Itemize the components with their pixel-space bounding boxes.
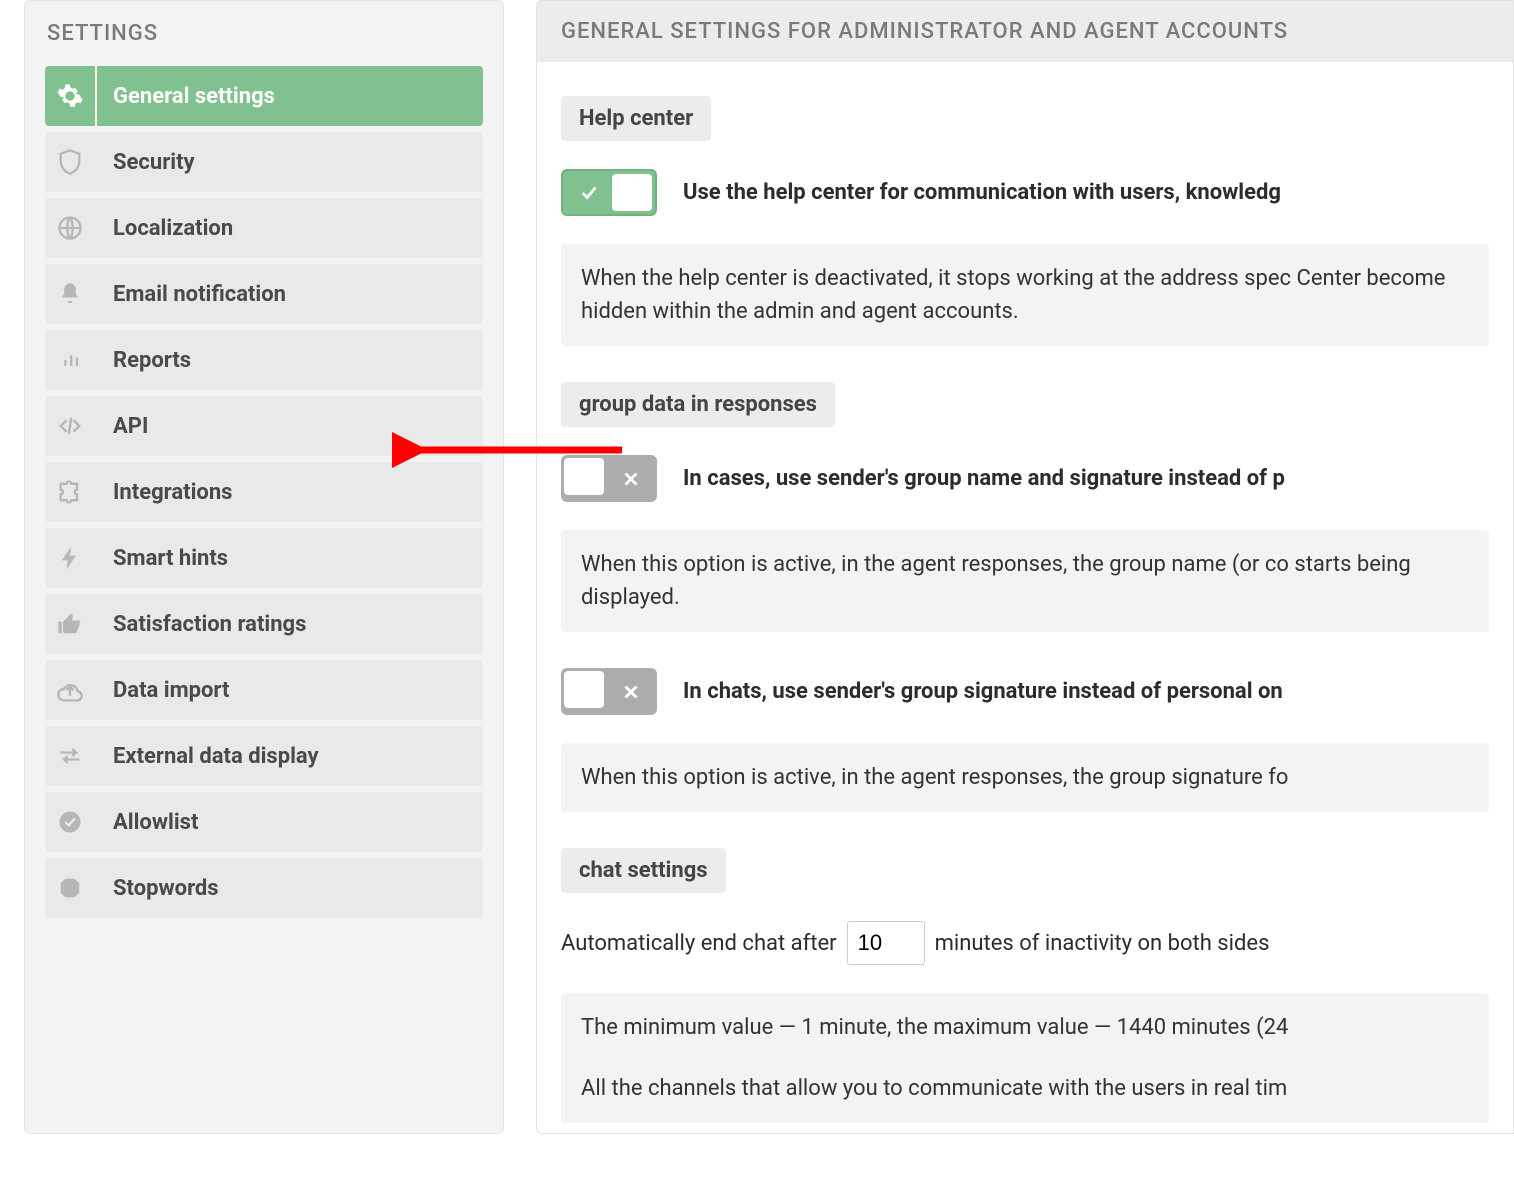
toggle-knob (612, 174, 652, 211)
sidebar-item-email-notification[interactable]: Email notification (45, 264, 483, 324)
stop-icon (45, 858, 97, 918)
toggle-label-help-center: Use the help center for communication wi… (683, 180, 1281, 205)
main-panel: GENERAL SETTINGS FOR ADMINISTRATOR AND A… (536, 0, 1514, 1134)
sidebar-item-stopwords[interactable]: Stopwords (45, 858, 483, 918)
sidebar-item-label: Data import (97, 660, 229, 720)
bell-icon (45, 264, 97, 324)
sidebar-item-integrations[interactable]: Integrations (45, 462, 483, 522)
chat-auto-end-post: minutes of inactivity on both sides (935, 931, 1270, 956)
sidebar-item-label: Smart hints (97, 528, 228, 588)
section-tag-group-data: group data in responses (561, 382, 835, 427)
settings-sidebar: SETTINGS General settings Security Local… (24, 0, 504, 1134)
sidebar-item-api[interactable]: API (45, 396, 483, 456)
main-title: GENERAL SETTINGS FOR ADMINISTRATOR AND A… (537, 1, 1513, 62)
sidebar-title: SETTINGS (25, 1, 503, 66)
code-icon (45, 396, 97, 456)
chat-auto-end-pre: Automatically end chat after (561, 931, 837, 956)
toggle-label-group-cases: In cases, use sender's group name and si… (683, 466, 1285, 491)
sidebar-item-label: External data display (97, 726, 319, 786)
sidebar-item-label: Allowlist (97, 792, 198, 852)
info-group-chats: When this option is active, in the agent… (561, 743, 1489, 812)
swap-arrows-icon (45, 726, 97, 786)
lightning-icon (45, 528, 97, 588)
sidebar-item-reports[interactable]: Reports (45, 330, 483, 390)
check-icon (565, 171, 613, 214)
cloud-upload-icon (45, 660, 97, 720)
sidebar-item-security[interactable]: Security (45, 132, 483, 192)
sidebar-item-label: General settings (97, 66, 275, 126)
puzzle-icon (45, 462, 97, 522)
globe-icon (45, 198, 97, 258)
sidebar-item-localization[interactable]: Localization (45, 198, 483, 258)
sidebar-item-smart-hints[interactable]: Smart hints (45, 528, 483, 588)
info-chat-settings: The minimum value — 1 minute, the maximu… (561, 993, 1489, 1123)
section-tag-chat-settings: chat settings (561, 848, 726, 893)
sidebar-item-allowlist[interactable]: Allowlist (45, 792, 483, 852)
toggle-group-chats[interactable] (561, 668, 657, 715)
section-tag-help-center: Help center (561, 96, 711, 141)
sidebar-item-data-import[interactable]: Data import (45, 660, 483, 720)
sidebar-item-general-settings[interactable]: General settings (45, 66, 483, 126)
sidebar-item-label: Reports (97, 330, 191, 390)
info-help-center: When the help center is deactivated, it … (561, 244, 1489, 346)
toggle-group-cases[interactable] (561, 455, 657, 502)
check-badge-icon (45, 792, 97, 852)
sidebar-item-satisfaction-ratings[interactable]: Satisfaction ratings (45, 594, 483, 654)
sidebar-item-external-data-display[interactable]: External data display (45, 726, 483, 786)
sidebar-item-label: Satisfaction ratings (97, 594, 306, 654)
toggle-knob (564, 671, 604, 708)
sidebar-item-label: Stopwords (97, 858, 219, 918)
info-chat-settings-line1: The minimum value — 1 minute, the maximu… (581, 1011, 1469, 1044)
gears-icon (45, 66, 97, 126)
sidebar-item-label: Integrations (97, 462, 232, 522)
bar-chart-icon (45, 330, 97, 390)
info-chat-settings-line2: All the channels that allow you to commu… (581, 1072, 1469, 1105)
sidebar-item-label: Security (97, 132, 195, 192)
info-group-cases: When this option is active, in the agent… (561, 530, 1489, 632)
thumbs-up-icon (45, 594, 97, 654)
x-icon (607, 455, 655, 502)
sidebar-item-label: Email notification (97, 264, 286, 324)
toggle-label-group-chats: In chats, use sender's group signature i… (683, 679, 1283, 704)
sidebar-item-label: Localization (97, 198, 233, 258)
sidebar-item-label: API (97, 396, 148, 456)
chat-timeout-input[interactable] (847, 921, 925, 965)
toggle-help-center[interactable] (561, 169, 657, 216)
toggle-knob (564, 458, 604, 495)
shield-icon (45, 132, 97, 192)
x-icon (607, 668, 655, 715)
